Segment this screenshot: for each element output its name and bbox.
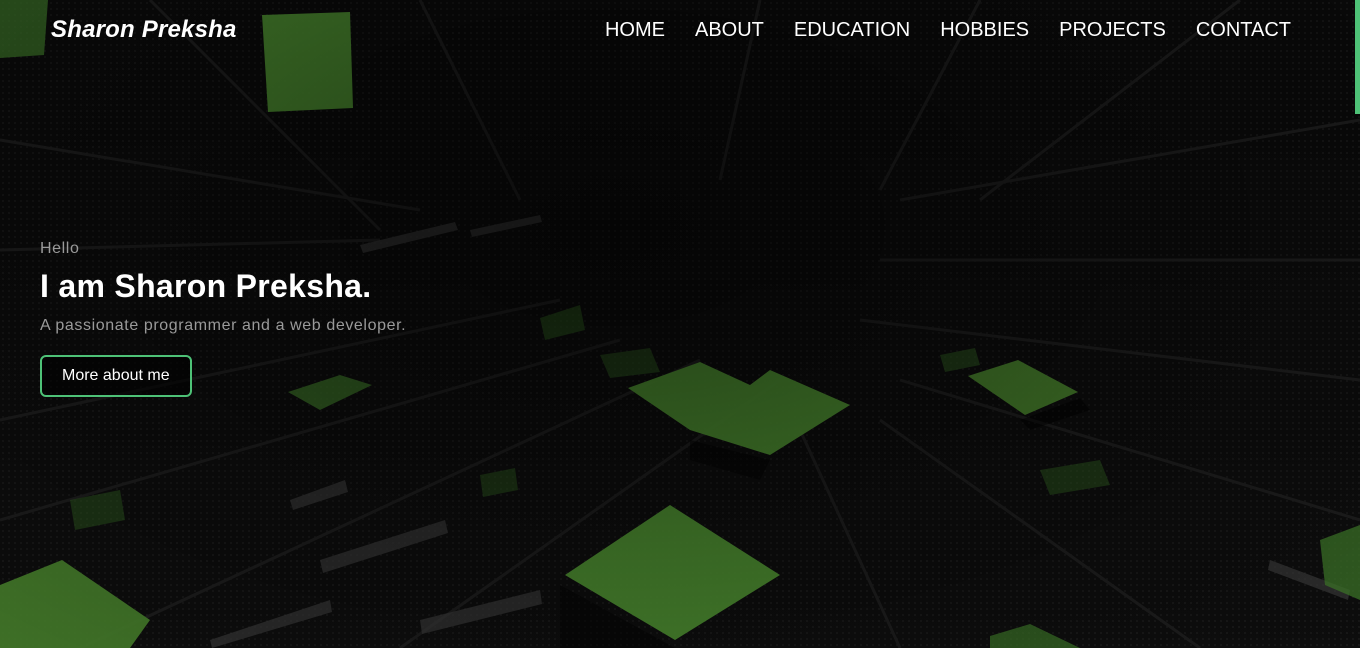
page: Sharon Preksha HOME ABOUT EDUCATION HOBB…: [0, 0, 1360, 648]
hero-section: Hello I am Sharon Preksha. A passionate …: [40, 240, 406, 397]
nav-item-contact[interactable]: CONTACT: [1196, 19, 1291, 42]
nav-item-projects[interactable]: PROJECTS: [1059, 19, 1166, 42]
nav-item-about[interactable]: ABOUT: [695, 19, 764, 42]
nav-item-hobbies[interactable]: HOBBIES: [940, 19, 1029, 42]
more-about-me-button[interactable]: More about me: [40, 355, 192, 397]
navbar: Sharon Preksha HOME ABOUT EDUCATION HOBB…: [0, 0, 1360, 62]
hero-title: I am Sharon Preksha.: [40, 268, 372, 304]
brand-logo[interactable]: Sharon Preksha: [51, 16, 237, 44]
hero-subtitle: A passionate programmer and a web develo…: [40, 317, 407, 334]
nav-item-education[interactable]: EDUCATION: [794, 19, 910, 42]
hero-greeting: Hello: [40, 240, 80, 257]
nav-menu: HOME ABOUT EDUCATION HOBBIES PROJECTS CO…: [605, 19, 1291, 42]
nav-item-home[interactable]: HOME: [605, 19, 665, 42]
